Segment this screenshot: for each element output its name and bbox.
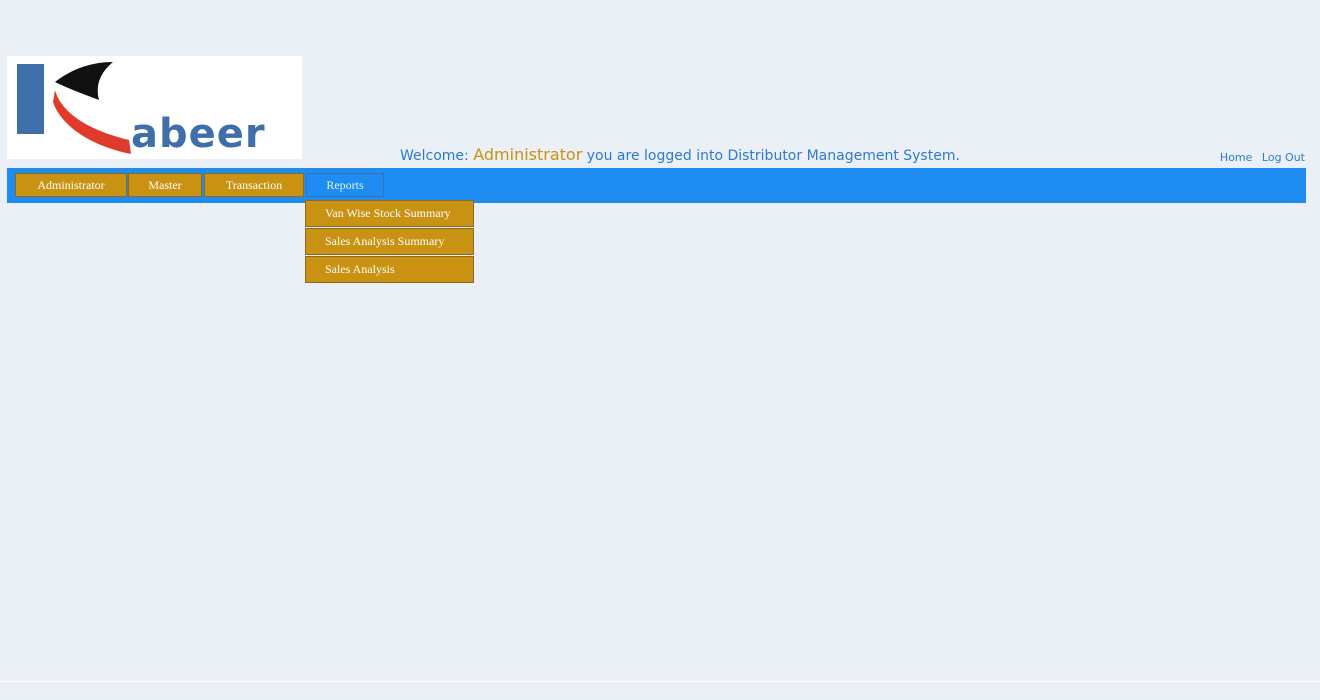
dropdown-van-wise-stock-summary[interactable]: Van Wise Stock Summary — [305, 200, 474, 227]
menu-reports[interactable]: Reports — [306, 173, 384, 197]
page: abeer Welcome: Administrator you are log… — [0, 0, 1320, 700]
main-menu-bar: Administrator Master Transaction Reports — [7, 168, 1306, 203]
menu-transaction[interactable]: Transaction — [204, 173, 304, 197]
user-name: Administrator — [473, 145, 583, 164]
top-links: Home Log Out — [1214, 150, 1305, 166]
reports-dropdown: Van Wise Stock Summary Sales Analysis Su… — [305, 200, 474, 284]
welcome-prefix: Welcome: — [400, 148, 469, 164]
welcome-message: Welcome: Administrator you are logged in… — [400, 144, 960, 167]
home-link[interactable]: Home — [1220, 151, 1252, 164]
dropdown-sales-analysis[interactable]: Sales Analysis — [305, 256, 474, 283]
menu-master[interactable]: Master — [128, 173, 202, 197]
logout-link[interactable]: Log Out — [1262, 151, 1305, 164]
logo-wordmark: abeer — [131, 111, 266, 157]
welcome-suffix: you are logged into Distributor Manageme… — [586, 148, 960, 164]
footer-divider — [0, 681, 1320, 682]
dropdown-sales-analysis-summary[interactable]: Sales Analysis Summary — [305, 228, 474, 255]
menu-administrator[interactable]: Administrator — [15, 173, 127, 197]
company-logo[interactable]: abeer — [7, 56, 302, 159]
